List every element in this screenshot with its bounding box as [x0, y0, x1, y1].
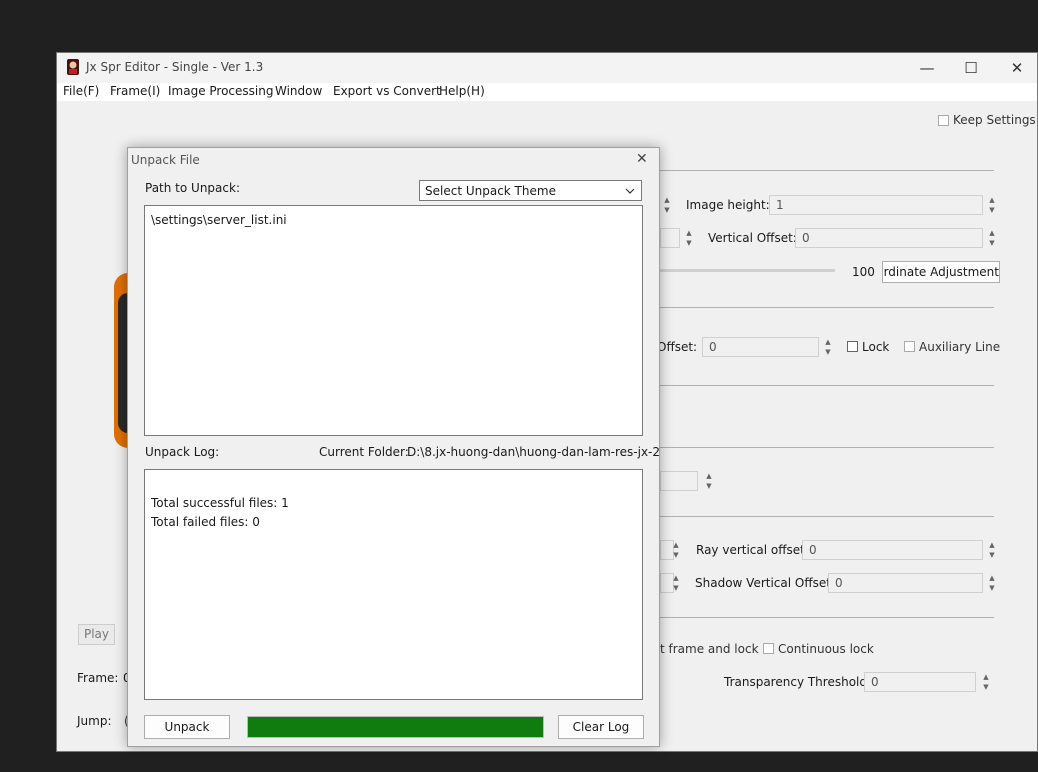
path-to-unpack-textarea[interactable]: \settings\server_list.ini: [144, 205, 643, 436]
shadow-vertical-offset-label: Shadow Vertical Offset:: [695, 576, 835, 590]
menu-export-convert[interactable]: Export vs Convert: [333, 84, 441, 98]
current-folder-label: Current Folder:: [319, 445, 409, 459]
zoom-slider-value: 100: [852, 265, 875, 279]
continuous-lock-checkbox[interactable]: [763, 643, 774, 654]
lock-checkbox[interactable]: [847, 341, 858, 352]
keep-settings-checkbox[interactable]: [938, 115, 949, 126]
offset-spinner[interactable]: ▲ ▼: [822, 337, 834, 359]
spinner-arrows[interactable]: ▲ ▼: [703, 471, 715, 493]
dialog-close-button[interactable]: ✕: [636, 151, 648, 167]
coordinate-adjustment-button[interactable]: Coordinate Adjustment: [882, 261, 1000, 283]
window-title: Jx Spr Editor - Single - Ver 1.3: [86, 60, 264, 74]
transparency-threshold-label: Transparency Threshold:: [724, 675, 872, 689]
clear-log-button[interactable]: Clear Log: [558, 715, 644, 739]
lock-label: Lock: [862, 340, 890, 354]
shadow-vertical-offset-field[interactable]: 0: [828, 573, 983, 593]
jump-label: Jump:: [77, 714, 112, 728]
shadow-vertical-offset-spinner[interactable]: ▲ ▼: [986, 573, 998, 595]
offset-field[interactable]: 0: [702, 337, 819, 357]
auxiliary-line-label: Auxiliary Line: [919, 340, 1001, 354]
zoom-slider-track[interactable]: [660, 269, 835, 272]
menu-help[interactable]: Help(H): [439, 84, 485, 98]
auxiliary-line-checkbox[interactable]: [904, 341, 915, 352]
path-entry: \settings\server_list.ini: [151, 213, 287, 227]
spinner-arrows[interactable]: ▲ ▼: [670, 540, 682, 562]
spinner-arrows[interactable]: ▲ ▼: [661, 195, 673, 217]
vertical-offset-label: Vertical Offset:: [708, 231, 797, 245]
separator: [660, 307, 994, 308]
unpack-log-textarea[interactable]: Total successful files: 1 Total failed f…: [144, 469, 643, 700]
unpack-log-label: Unpack Log:: [145, 445, 220, 459]
close-button[interactable]: ✕: [1005, 58, 1029, 78]
spinner-arrows[interactable]: ▲ ▼: [670, 573, 682, 595]
log-line-success: Total successful files: 1: [151, 496, 289, 510]
offset-label: Offset:: [657, 340, 698, 354]
frame-label: Frame:: [77, 671, 119, 685]
unpack-progress-bar: [247, 716, 544, 738]
separator: [660, 170, 994, 171]
title-bar[interactable]: Jx Spr Editor - Single - Ver 1.3 — ☐ ✕: [57, 53, 1037, 83]
current-folder-clip: D:\8.jx-huong-dan\huong-dan-lam-res-jx-2…: [407, 443, 659, 461]
menu-file[interactable]: File(F): [63, 84, 99, 98]
frame-lock-label: t frame and lock: [660, 642, 759, 656]
minimize-button[interactable]: —: [915, 58, 939, 78]
separator: [660, 385, 994, 386]
unpack-button[interactable]: Unpack: [144, 715, 230, 739]
image-height-field[interactable]: 1: [769, 195, 983, 215]
maximize-button[interactable]: ☐: [959, 58, 983, 78]
hidden-field[interactable]: [660, 471, 698, 491]
separator: [660, 516, 994, 517]
keep-settings-label: Keep Settings: [953, 113, 1036, 127]
menu-bar: File(F) Frame(I) Image Processing Window…: [57, 83, 1037, 101]
transparency-threshold-field[interactable]: 0: [864, 672, 976, 692]
progress-fill: [248, 717, 543, 737]
image-height-spinner[interactable]: ▲ ▼: [986, 195, 998, 217]
menu-window[interactable]: Window: [275, 84, 322, 98]
continuous-lock-label: Continuous lock: [778, 642, 874, 656]
image-height-label: Image height:: [686, 198, 770, 212]
dialog-title: Unpack File: [131, 153, 200, 167]
current-folder-value: D:\8.jx-huong-dan\huong-dan-lam-res-jx-2…: [407, 445, 659, 459]
unpack-theme-select-value: Select Unpack Theme: [425, 184, 556, 198]
ray-vertical-offset-spinner[interactable]: ▲ ▼: [986, 540, 998, 562]
menu-image-processing[interactable]: Image Processing: [168, 84, 273, 98]
ray-vertical-offset-field[interactable]: 0: [802, 540, 983, 560]
transparency-threshold-spinner[interactable]: ▲ ▼: [980, 672, 992, 694]
horizontal-offset-field[interactable]: [660, 228, 680, 248]
unpack-theme-select[interactable]: Select Unpack Theme: [419, 180, 642, 201]
app-icon: [66, 59, 80, 75]
path-to-unpack-label: Path to Unpack:: [145, 181, 240, 195]
chevron-down-icon: [625, 185, 635, 199]
vertical-offset-field[interactable]: 0: [795, 228, 983, 248]
unpack-file-dialog: Unpack File ✕ Path to Unpack: Select Unp…: [127, 147, 660, 747]
spinner-arrows[interactable]: ▲ ▼: [683, 228, 695, 250]
separator: [660, 617, 994, 618]
ray-vertical-offset-label: Ray vertical offset:: [696, 543, 809, 557]
separator: [660, 447, 994, 448]
log-line-failed: Total failed files: 0: [151, 515, 260, 529]
menu-frame[interactable]: Frame(I): [110, 84, 160, 98]
vertical-offset-spinner[interactable]: ▲ ▼: [986, 228, 998, 250]
play-button[interactable]: Play: [78, 624, 115, 645]
